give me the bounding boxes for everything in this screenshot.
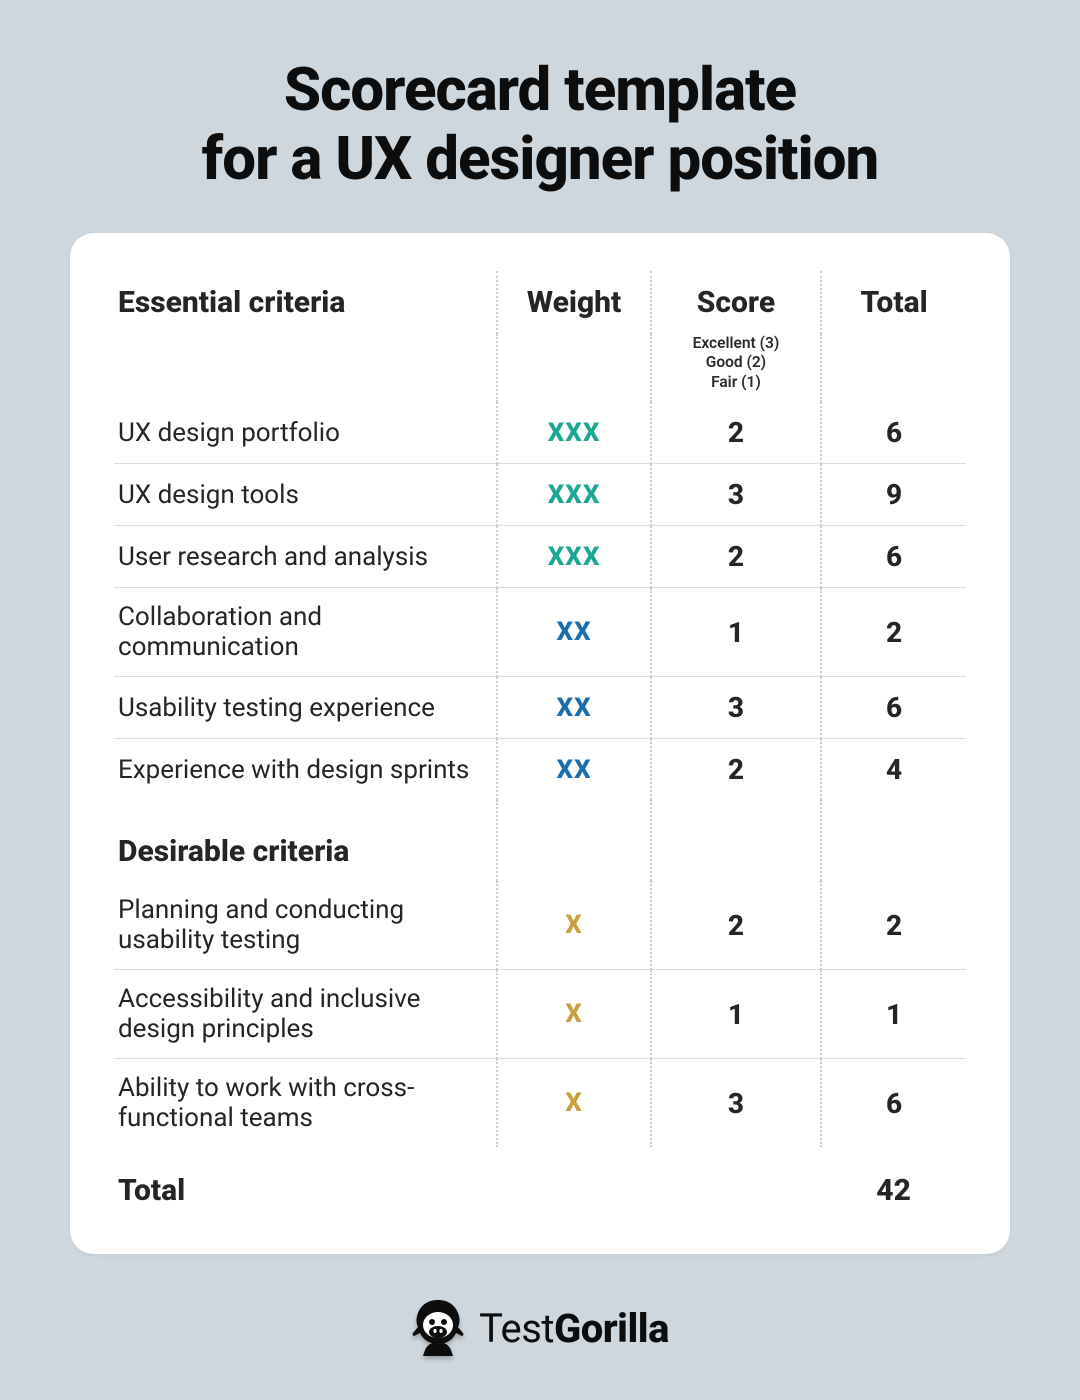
score-legend-fair: Fair (1) (711, 373, 761, 391)
score-cell: 2 (651, 881, 821, 970)
weight-cell: XXX (497, 526, 650, 588)
scorecard-card: Essential criteria Weight Score Total Ex… (70, 233, 1010, 1254)
criteria-cell: Planning and conducting usability testin… (114, 881, 497, 970)
score-legend-good: Good (2) (706, 353, 766, 371)
criteria-cell: Experience with design sprints (114, 739, 497, 801)
score-cell: 2 (651, 526, 821, 588)
score-cell: 2 (651, 402, 821, 464)
score-cell: 3 (651, 1059, 821, 1148)
score-legend: Excellent (3) Good (2) Fair (1) (651, 334, 821, 402)
criteria-cell: UX design portfolio (114, 402, 497, 464)
title-line-2: for a UX designer position (202, 123, 879, 194)
weight-cell: X (497, 1059, 650, 1148)
weight-cell: X (497, 970, 650, 1059)
table-header-row: Essential criteria Weight Score Total (114, 271, 966, 334)
score-cell: 3 (651, 464, 821, 526)
weight-cell: XX (497, 739, 650, 801)
brand-logo: TestGorilla (70, 1298, 1010, 1362)
score-legend-row: Excellent (3) Good (2) Fair (1) (114, 334, 966, 402)
weight-cell: XXX (497, 464, 650, 526)
table-row: Collaboration and communicationXX12 (114, 588, 966, 677)
gorilla-icon (411, 1298, 465, 1358)
desirable-section-header: Desirable criteria (114, 800, 966, 881)
total-cell: 6 (821, 526, 966, 588)
col-header-score: Score (651, 271, 821, 334)
score-cell: 1 (651, 970, 821, 1059)
brand-text: TestGorilla (479, 1305, 669, 1352)
score-cell: 1 (651, 588, 821, 677)
table-row: Planning and conducting usability testin… (114, 881, 966, 970)
weight-cell: XX (497, 677, 650, 739)
table-row: Experience with design sprintsXX24 (114, 739, 966, 801)
total-cell: 9 (821, 464, 966, 526)
page-title: Scorecard template for a UX designer pos… (70, 55, 1010, 193)
col-header-weight: Weight (497, 271, 650, 334)
table-row: Usability testing experienceXX36 (114, 677, 966, 739)
total-cell: 2 (821, 881, 966, 970)
title-line-1: Scorecard template (284, 54, 796, 125)
col-header-criteria: Essential criteria (114, 271, 497, 334)
criteria-cell: Collaboration and communication (114, 588, 497, 677)
table-row: Accessibility and inclusive design princ… (114, 970, 966, 1059)
table-row: Ability to work with cross-functional te… (114, 1059, 966, 1148)
grand-total-row: Total 42 (114, 1147, 966, 1222)
total-cell: 4 (821, 739, 966, 801)
total-cell: 6 (821, 402, 966, 464)
grand-total-label: Total (114, 1147, 497, 1222)
criteria-cell: Accessibility and inclusive design princ… (114, 970, 497, 1059)
score-cell: 3 (651, 677, 821, 739)
weight-cell: XXX (497, 402, 650, 464)
table-row: UX design portfolioXXX26 (114, 402, 966, 464)
criteria-cell: UX design tools (114, 464, 497, 526)
weight-cell: X (497, 881, 650, 970)
brand-text-part1: Test (479, 1305, 554, 1352)
criteria-cell: Ability to work with cross-functional te… (114, 1059, 497, 1148)
total-cell: 2 (821, 588, 966, 677)
criteria-cell: Usability testing experience (114, 677, 497, 739)
table-row: UX design toolsXXX39 (114, 464, 966, 526)
weight-cell: XX (497, 588, 650, 677)
total-cell: 6 (821, 1059, 966, 1148)
grand-total-value: 42 (821, 1147, 966, 1222)
brand-text-part2: Gorilla (554, 1305, 669, 1352)
desirable-header-label: Desirable criteria (114, 800, 497, 881)
score-cell: 2 (651, 739, 821, 801)
col-header-total: Total (821, 271, 966, 334)
total-cell: 1 (821, 970, 966, 1059)
score-legend-excellent: Excellent (3) (693, 334, 780, 352)
table-row: User research and analysisXXX26 (114, 526, 966, 588)
total-cell: 6 (821, 677, 966, 739)
scorecard-table: Essential criteria Weight Score Total Ex… (114, 271, 966, 1222)
criteria-cell: User research and analysis (114, 526, 497, 588)
